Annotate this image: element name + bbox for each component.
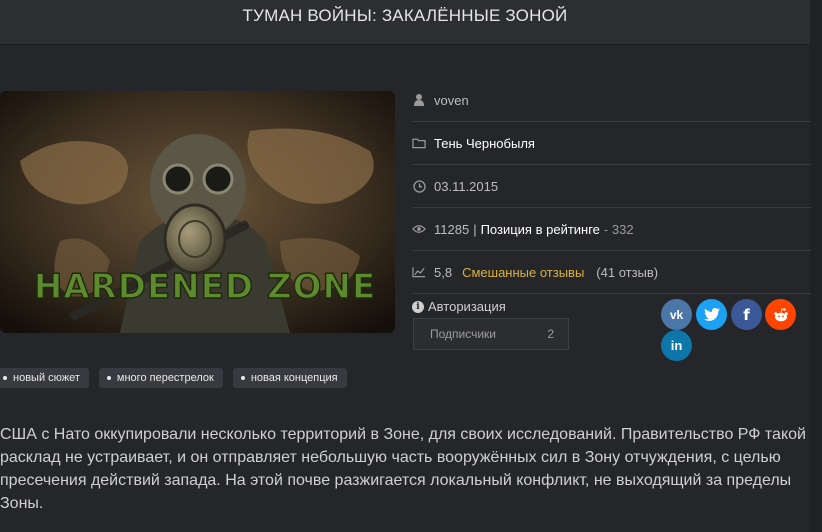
login-link[interactable]: i Авторизация xyxy=(412,299,506,314)
user-icon xyxy=(412,93,426,107)
subscribers-count: 2 xyxy=(547,327,554,341)
tag-item[interactable]: новая концепция xyxy=(232,368,347,388)
reddit-share-button[interactable] xyxy=(765,299,796,330)
cover-image[interactable]: HARDENED ZONE xyxy=(0,91,395,333)
separator: | xyxy=(473,221,477,237)
tag-label: новый сюжет xyxy=(13,372,80,384)
eye-icon xyxy=(412,222,426,236)
facebook-share-button[interactable]: f xyxy=(731,299,762,330)
description: США с Нато оккупировали несколько террит… xyxy=(0,426,806,512)
cover-logo: HARDENED ZONE xyxy=(34,267,376,307)
vk-icon: vk xyxy=(669,307,684,322)
chart-line-icon xyxy=(412,265,426,279)
rating-value: - 332 xyxy=(603,221,634,237)
subscribers-button[interactable]: Подписчики 2 xyxy=(413,318,569,350)
info-icon: i xyxy=(412,300,424,313)
tag-label: новая концепция xyxy=(250,372,338,384)
subscribers-label: Подписчики xyxy=(430,327,497,341)
date-row: 03.11.2015 xyxy=(412,165,811,208)
game-meta: voven Тень Чернобыля 03.11.2015 11285 | … xyxy=(412,79,811,294)
title-bar: ТУМАН ВОЙНЫ: ЗАКАЛЁННЫЕ ЗОНОЙ xyxy=(0,0,810,45)
tag-label: много перестрелок xyxy=(116,372,214,384)
bullet-icon xyxy=(240,376,245,380)
clock-icon xyxy=(412,179,426,193)
facebook-icon: f xyxy=(743,305,750,324)
reviews-count: (41 отзыв) xyxy=(596,264,659,280)
author-row: voven xyxy=(412,79,811,122)
view-count: 11285 xyxy=(434,221,470,237)
cover-art: HARDENED ZONE xyxy=(0,91,395,333)
score-row: 5,8 Смешанные отзывы (41 отзыв) xyxy=(412,251,811,294)
rating-link[interactable]: Позиция в рейтинге xyxy=(481,222,600,237)
folder-icon xyxy=(412,136,426,150)
tag-item[interactable]: много перестрелок xyxy=(98,368,223,388)
tag-list: новый сюжет много перестрелок новая конц… xyxy=(0,368,347,388)
bullet-icon xyxy=(106,376,111,380)
vk-share-button[interactable]: vk xyxy=(661,299,692,330)
game-link[interactable]: Тень Чернобыля xyxy=(434,136,535,151)
reddit-icon xyxy=(773,307,788,321)
twitter-icon xyxy=(703,308,720,321)
linkedin-share-button[interactable]: in xyxy=(661,330,692,361)
twitter-share-button[interactable] xyxy=(696,299,727,330)
game-row: Тень Чернобыля xyxy=(412,122,811,165)
reviews-link[interactable]: Смешанные отзывы xyxy=(462,265,584,280)
views-row: 11285 | Позиция в рейтинге - 332 xyxy=(412,208,811,251)
publish-date: 03.11.2015 xyxy=(434,178,499,194)
score-value: 5,8 xyxy=(434,264,453,280)
author-name[interactable]: voven xyxy=(434,93,469,108)
login-label[interactable]: Авторизация xyxy=(428,299,506,314)
bullet-icon xyxy=(3,376,7,380)
page-title: ТУМАН ВОЙНЫ: ЗАКАЛЁННЫЕ ЗОНОЙ xyxy=(242,6,568,25)
linkedin-icon: in xyxy=(670,338,683,353)
tag-item[interactable]: новый сюжет xyxy=(0,368,89,388)
